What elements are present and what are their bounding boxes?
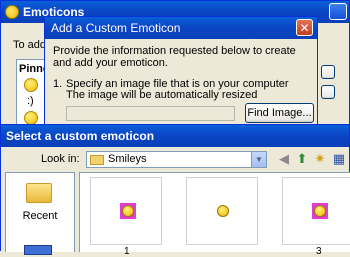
side-button[interactable] [321, 65, 335, 79]
file-dialog-title: Select a custom emoticon [6, 129, 155, 143]
back-icon[interactable]: ◀ [275, 150, 293, 168]
new-folder-icon[interactable]: ✷ [311, 150, 329, 168]
file-thumbnail[interactable] [186, 177, 258, 245]
close-icon[interactable]: ✕ [296, 19, 313, 36]
chevron-down-icon[interactable]: ▼ [251, 152, 266, 167]
emoticon-shortcut: :) [27, 95, 34, 107]
file-thumbnail[interactable] [90, 177, 162, 245]
step-number: 1. [53, 78, 63, 90]
smiley-icon [122, 205, 134, 217]
look-in-value: Smileys [108, 153, 147, 165]
file-dialog-titlebar[interactable]: Select a custom emoticon [1, 125, 349, 147]
file-label: 1 [124, 246, 130, 257]
smiley-icon [217, 205, 229, 217]
monitor-icon[interactable] [24, 245, 52, 255]
places-bar: Recent [5, 172, 75, 255]
file-list[interactable]: 1 3 [79, 172, 350, 257]
smiley-icon [314, 205, 326, 217]
smiley-icon[interactable] [24, 78, 38, 92]
side-button[interactable] [321, 85, 335, 99]
window-button-icon[interactable] [329, 3, 347, 20]
dialog-intro: Provide the information requested below … [53, 45, 296, 69]
image-path-field[interactable] [66, 106, 235, 121]
smiley-app-icon [5, 5, 19, 19]
to-add-text: To add [13, 39, 47, 51]
places-item-recent[interactable]: Recent [6, 179, 74, 233]
file-thumbnail[interactable] [282, 177, 350, 245]
select-custom-emoticon-dialog: Select a custom emoticon Look in: Smiley… [0, 124, 350, 257]
up-folder-icon[interactable]: ⬆ [293, 150, 311, 168]
find-image-button[interactable]: Find Image... [245, 103, 314, 123]
dialog-titlebar[interactable]: Add a Custom Emoticon ✕ [45, 17, 317, 39]
smiley-icon[interactable] [24, 111, 38, 125]
dialog-title: Add a Custom Emoticon [51, 21, 181, 35]
folder-icon [90, 155, 104, 165]
places-item-label: Recent [22, 210, 58, 222]
step-line-2: The image will be automatically resized [66, 89, 258, 101]
view-menu-icon[interactable]: ▦ [329, 150, 349, 168]
look-in-label: Look in: [41, 153, 80, 165]
recent-folder-icon [26, 183, 52, 203]
add-custom-emoticon-dialog: Add a Custom Emoticon ✕ Provide the info… [44, 16, 318, 128]
look-in-select[interactable]: Smileys ▼ [86, 151, 267, 168]
file-label: 3 [316, 246, 322, 257]
